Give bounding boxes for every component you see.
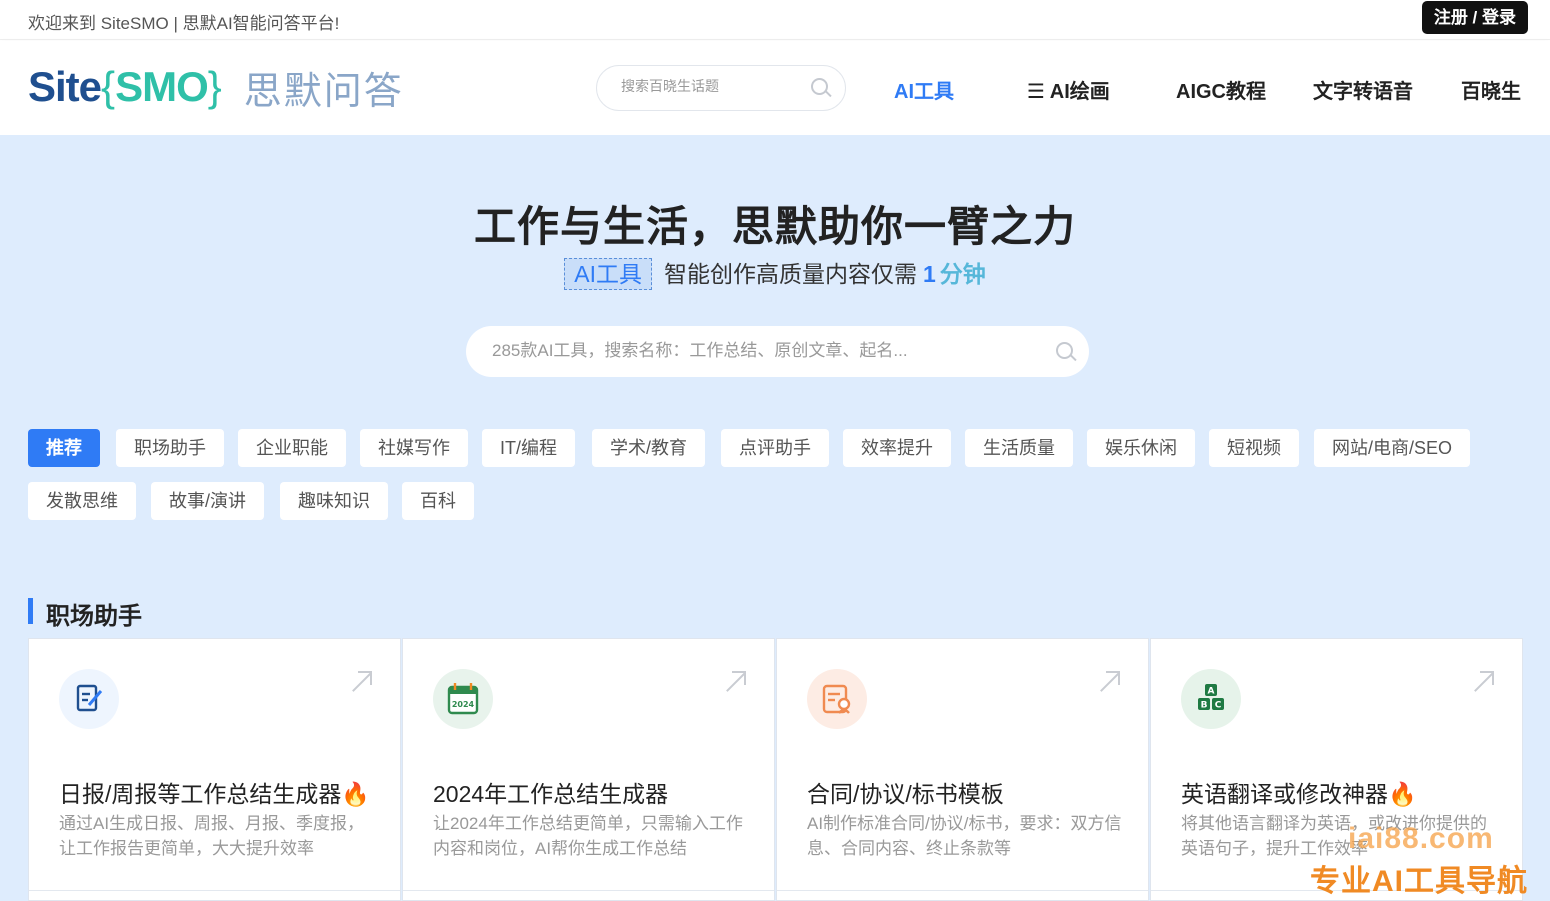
nav-ai-drawing[interactable]: ☰ AI绘画: [1027, 75, 1110, 104]
category-recommend[interactable]: 推荐: [28, 429, 100, 467]
logo-site-text: Site: [28, 63, 102, 110]
hero-subtitle: AI工具 智能创作高质量内容仅需 1 分钟: [0, 255, 1550, 290]
category-workplace[interactable]: 职场助手: [116, 429, 224, 467]
open-arrow-icon[interactable]: [348, 671, 372, 693]
category-it-coding[interactable]: IT/编程: [482, 429, 575, 467]
card-title: 日报/周报等工作总结生成器🔥: [59, 781, 371, 807]
card-divider: [777, 890, 1148, 891]
category-entertainment[interactable]: 娱乐休闲: [1087, 429, 1195, 467]
nav-baixiaosheng[interactable]: 百晓生: [1461, 75, 1521, 104]
card-title: 2024年工作总结生成器: [433, 781, 669, 807]
logo-chinese-name: 思默问答: [243, 70, 404, 113]
welcome-text: 欢迎来到 SiteSMO | 思默AI智能问答平台!: [28, 14, 340, 33]
header-search-input[interactable]: [621, 78, 801, 94]
login-button[interactable]: 注册 / 登录: [1421, 1, 1528, 34]
hero-subtitle-text: 智能创作高质量内容仅需: [663, 261, 917, 287]
tool-card[interactable]: 合同/协议/标书模板 AI制作标准合同/协议/标书，要求：双方信息、合同内容、终…: [776, 638, 1149, 901]
category-enterprise[interactable]: 企业职能: [238, 429, 346, 467]
category-short-video[interactable]: 短视频: [1209, 429, 1299, 467]
abc-blocks-icon: A B C: [1181, 669, 1241, 729]
tool-search-input[interactable]: [492, 341, 1012, 361]
nav-aigc-tutorial[interactable]: AIGC教程: [1176, 75, 1266, 104]
edit-doc-icon: [59, 669, 119, 729]
card-divider: [403, 890, 774, 891]
card-description: AI制作标准合同/协议/标书，要求：双方信息、合同内容、终止条款等: [807, 814, 1122, 858]
hero-tag: AI工具: [564, 258, 652, 290]
nav-text-to-speech[interactable]: 文字转语音: [1313, 75, 1413, 104]
calendar-icon: 2024: [433, 669, 493, 729]
block-letter: C: [1215, 701, 1222, 711]
tool-card[interactable]: 2024 2024年工作总结生成器 让2024年工作总结更简单，只需输入工作内容…: [402, 638, 775, 901]
search-icon[interactable]: [1056, 342, 1077, 362]
block-letter: A: [1208, 687, 1215, 697]
category-encyclopedia[interactable]: 百科: [402, 482, 474, 520]
category-social-writing[interactable]: 社媒写作: [360, 429, 468, 467]
watermark-slogan: 专业AI工具导航: [1310, 865, 1528, 898]
hero-minute-unit: 分钟: [939, 261, 986, 287]
category-review[interactable]: 点评助手: [721, 429, 829, 467]
card-title: 英语翻译或修改神器🔥: [1181, 781, 1417, 807]
category-academic[interactable]: 学术/教育: [592, 429, 706, 467]
logo-brace-left: {: [101, 63, 116, 110]
category-web-ecommerce-seo[interactable]: 网站/电商/SEO: [1314, 429, 1471, 467]
category-story-speech[interactable]: 故事/演讲: [151, 482, 265, 520]
category-efficiency[interactable]: 效率提升: [843, 429, 951, 467]
tool-search-box: [466, 326, 1089, 377]
section-accent-bar: [28, 598, 33, 624]
top-bar: 欢迎来到 SiteSMO | 思默AI智能问答平台! 注册 / 登录: [0, 0, 1550, 40]
site-header: Site { SMO } 思默问答 AI工具 ☰ AI绘画 AIGC教程 文字转…: [0, 41, 1550, 135]
section-title: 职场助手: [46, 603, 142, 630]
site-logo[interactable]: Site { SMO } 思默问答: [28, 63, 404, 113]
card-description: 让2024年工作总结更简单，只需输入工作内容和岗位，AI帮你生成工作总结: [433, 814, 743, 858]
watermark-domain: iai88.com: [1348, 822, 1494, 855]
card-title: 合同/协议/标书模板: [807, 781, 1004, 807]
block-letter: B: [1201, 701, 1208, 711]
tool-card[interactable]: 日报/周报等工作总结生成器🔥 通过AI生成日报、周报、月报、季度报，让工作报告更…: [28, 638, 401, 901]
open-arrow-icon[interactable]: [1096, 671, 1120, 693]
logo-brace-right: }: [207, 63, 222, 110]
category-life-quality[interactable]: 生活质量: [965, 429, 1073, 467]
open-arrow-icon[interactable]: [1470, 671, 1494, 693]
category-fun-knowledge[interactable]: 趣味知识: [280, 482, 388, 520]
hero-section: 工作与生活，思默助你一臂之力 AI工具智能创作高质量内容仅需1分钟 推荐 职场助…: [0, 135, 1550, 901]
card-description: 通过AI生成日报、周报、月报、季度报，让工作报告更简单，大大提升效率: [59, 814, 365, 858]
card-divider: [29, 890, 400, 891]
category-divergent[interactable]: 发散思维: [28, 482, 136, 520]
search-icon[interactable]: [811, 78, 832, 98]
open-arrow-icon[interactable]: [722, 671, 746, 693]
calendar-year-label: 2024: [452, 700, 475, 709]
header-search-box: [596, 65, 846, 111]
nav-ai-tools[interactable]: AI工具: [894, 75, 954, 104]
hero-minute-number: 1: [922, 261, 936, 287]
logo-smo-text: SMO: [115, 63, 209, 110]
hero-title: 工作与生活，思默助你一臂之力: [473, 203, 1076, 250]
contract-icon: [807, 669, 867, 729]
